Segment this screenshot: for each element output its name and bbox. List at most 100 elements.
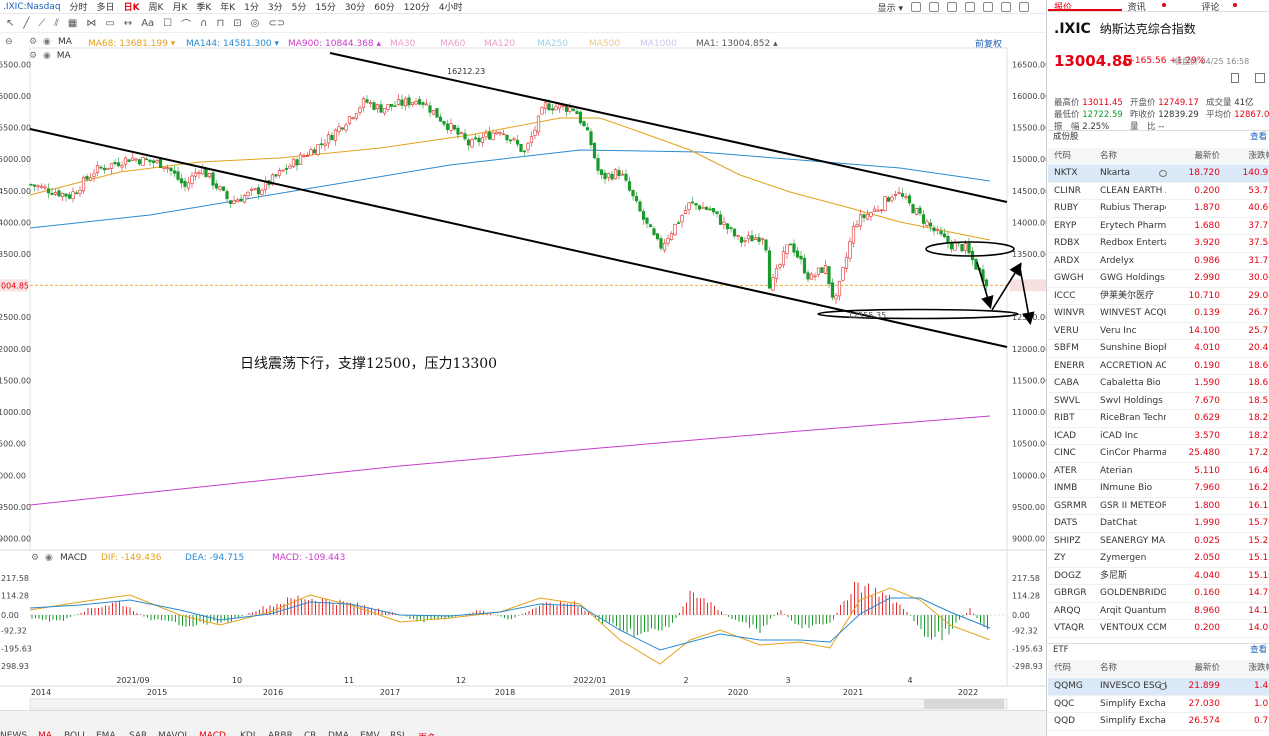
eye-icon[interactable] (1159, 683, 1167, 690)
price-tick-right: 16000.00 (1012, 92, 1047, 101)
eye-icon[interactable]: ◉ (45, 553, 53, 563)
time-tick-top: 2021/09 (116, 676, 149, 685)
tab-news[interactable]: 资讯 (1122, 0, 1196, 13)
table-row[interactable]: CINCCinCor Pharma25.48017.26 (1048, 445, 1269, 463)
candle-body (368, 102, 373, 104)
table-row[interactable]: RUBYRubius Therape1.87040.60 (1048, 200, 1269, 218)
candle-body (81, 177, 86, 192)
table-row[interactable]: RDBXRedbox Enterta3.92037.54 (1048, 235, 1269, 253)
candle-body (249, 188, 254, 191)
indicator-emv[interactable]: EMV (360, 731, 380, 736)
table-row[interactable]: ATERAterian5.11016.40 (1048, 463, 1269, 480)
bookmark-icon[interactable] (1231, 73, 1239, 83)
table-row[interactable]: ZYZymergen2.05015.17 (1048, 550, 1269, 568)
table-row[interactable]: QQMGINVESCO ESG NA21.8991.48 (1048, 678, 1269, 696)
table-row[interactable]: GSRMRGSR II METEOR1.80016.13 (1048, 498, 1269, 515)
candle-body (214, 183, 219, 189)
table-row[interactable]: QQDSimplify Exchange26.5740.71 (1048, 713, 1269, 731)
candle-body (634, 196, 639, 202)
table-row[interactable]: GBRGRGOLDENBRIDG0.16014.78 (1048, 585, 1269, 603)
price-tick-right: 11500.00 (1012, 376, 1047, 385)
indicator-macd[interactable]: MACD (199, 731, 226, 736)
candle-body (162, 166, 166, 169)
table-row[interactable]: GWGHGWG Holdings2.99030.00 (1048, 270, 1269, 288)
table-row[interactable]: DOGZ多尼斯4.04015.10 (1048, 568, 1269, 585)
candle-body (337, 126, 341, 132)
eye-icon[interactable] (1159, 170, 1167, 177)
candle-body (711, 208, 716, 213)
candle-body (305, 155, 310, 157)
table-row[interactable]: SHIPZSEANERGY MA0.02515.27 (1048, 533, 1269, 550)
candle-body (452, 125, 457, 130)
table-row[interactable]: ICCC伊莱美尔医疗10.71029.04 (1048, 288, 1269, 305)
more-link[interactable]: 查看 (1250, 131, 1267, 144)
table-row[interactable]: CABACabaletta Bio1.59018.66 (1048, 375, 1269, 393)
table-row[interactable]: INMBINmune Bio7.96016.20 (1048, 480, 1269, 498)
candle-body (470, 139, 474, 148)
settings-icon[interactable]: ⚙ (31, 553, 39, 563)
price-tick-left: 6000.00 (0, 92, 31, 101)
table-row[interactable]: SWVLSwvl Holdings7.67018.55 (1048, 393, 1269, 410)
indicator-boll[interactable]: BOLL (64, 731, 87, 736)
table-row[interactable]: ARDXArdelyx0.98631.77 (1048, 253, 1269, 270)
candle-body (382, 108, 387, 114)
table-row[interactable]: DATSDatChat1.99015.70 (1048, 515, 1269, 533)
price-tick-right: 15000.00 (1012, 155, 1047, 164)
symbol-name: 纳斯达克综合指数 (1099, 22, 1196, 36)
tab-comments[interactable]: 评论 (1195, 0, 1269, 13)
candle-body (491, 132, 495, 140)
candle-body (743, 240, 747, 242)
price-tick-right: 10000.00 (1012, 471, 1047, 480)
table-row[interactable]: VERUVeru Inc14.10025.78 (1048, 323, 1269, 340)
candle-body (323, 143, 327, 146)
time-scrollbar[interactable] (29, 698, 1008, 710)
candle-body (648, 224, 653, 228)
price-tick-left: 4500.00 (0, 187, 31, 196)
indicator-ma[interactable]: MA (38, 731, 52, 736)
indicator-kdj[interactable]: KDJ (240, 731, 256, 736)
table-row[interactable]: ARQQArqit Quantum8.96014.14 (1048, 603, 1269, 620)
candle-body (242, 195, 247, 203)
table-row[interactable]: VTAQRVENTOUX CCM0.20014.09 (1048, 620, 1269, 638)
table-row[interactable]: WINVRWINVEST ACQU0.13926.73 (1048, 305, 1269, 323)
chart-canvas[interactable]: 16500.00 6500.00 16000.00 6000.00 15500.00 55… (0, 0, 1047, 712)
candle-body (967, 243, 971, 254)
candle-body (46, 188, 51, 194)
table-row[interactable]: CLINRCLEAN EARTH A0.20053.73 (1048, 183, 1269, 200)
table-row[interactable]: QQCSimplify Exchange27.0301.02 (1048, 696, 1269, 713)
macd-histogram (31, 581, 988, 641)
price-tick-right: 15500.00 (1012, 124, 1047, 133)
indicator-ema[interactable]: EMA (96, 731, 116, 736)
tab-quote[interactable]: 报价 (1048, 0, 1122, 13)
more-link[interactable]: 查看 (1250, 644, 1267, 657)
indicator-sar[interactable]: SAR (129, 731, 147, 736)
candle-body (638, 201, 642, 212)
time-tick-bottom: 2016 (263, 688, 283, 697)
candle-body (834, 295, 838, 300)
table-row[interactable]: ERYPErytech Pharma1.68037.70 (1048, 218, 1269, 235)
table-row[interactable]: NKTXNkarta18.720140.93 (1048, 165, 1269, 183)
quote-stat: 平均价 12867.0 (1206, 110, 1269, 120)
table-row[interactable]: SBFMSunshine Bioph4.01020.42 (1048, 340, 1269, 358)
grid-icon[interactable] (1255, 73, 1265, 83)
macd-tick-right: -92.32 (1012, 627, 1038, 636)
table-row[interactable]: ENERRACCRETION AC0.19018.68 (1048, 358, 1269, 375)
indicator-cr[interactable]: CR (304, 731, 317, 736)
candle-body (872, 208, 877, 212)
candle-body (519, 144, 523, 152)
indicator-mavol[interactable]: MAVOL (158, 731, 189, 736)
indicator-news[interactable]: NEWS (0, 731, 27, 736)
candle-body (697, 205, 702, 210)
candle-body (137, 159, 142, 165)
candle-body (116, 162, 121, 167)
table-row[interactable]: RIBTRiceBran Techn0.62918.29 (1048, 410, 1269, 428)
indicator-rsi[interactable]: RSI (390, 731, 405, 736)
candle-body (886, 197, 891, 202)
indicator-dma[interactable]: DMA (328, 731, 349, 736)
table-row[interactable]: ICADiCAD Inc3.57018.21 (1048, 428, 1269, 445)
indicator-更多[interactable]: 更多 (418, 731, 436, 736)
indicator-arbr[interactable]: ARBR (268, 731, 293, 736)
candle-body (918, 207, 922, 214)
scrollbar-thumb[interactable] (924, 699, 1004, 709)
candle-body (844, 256, 849, 269)
